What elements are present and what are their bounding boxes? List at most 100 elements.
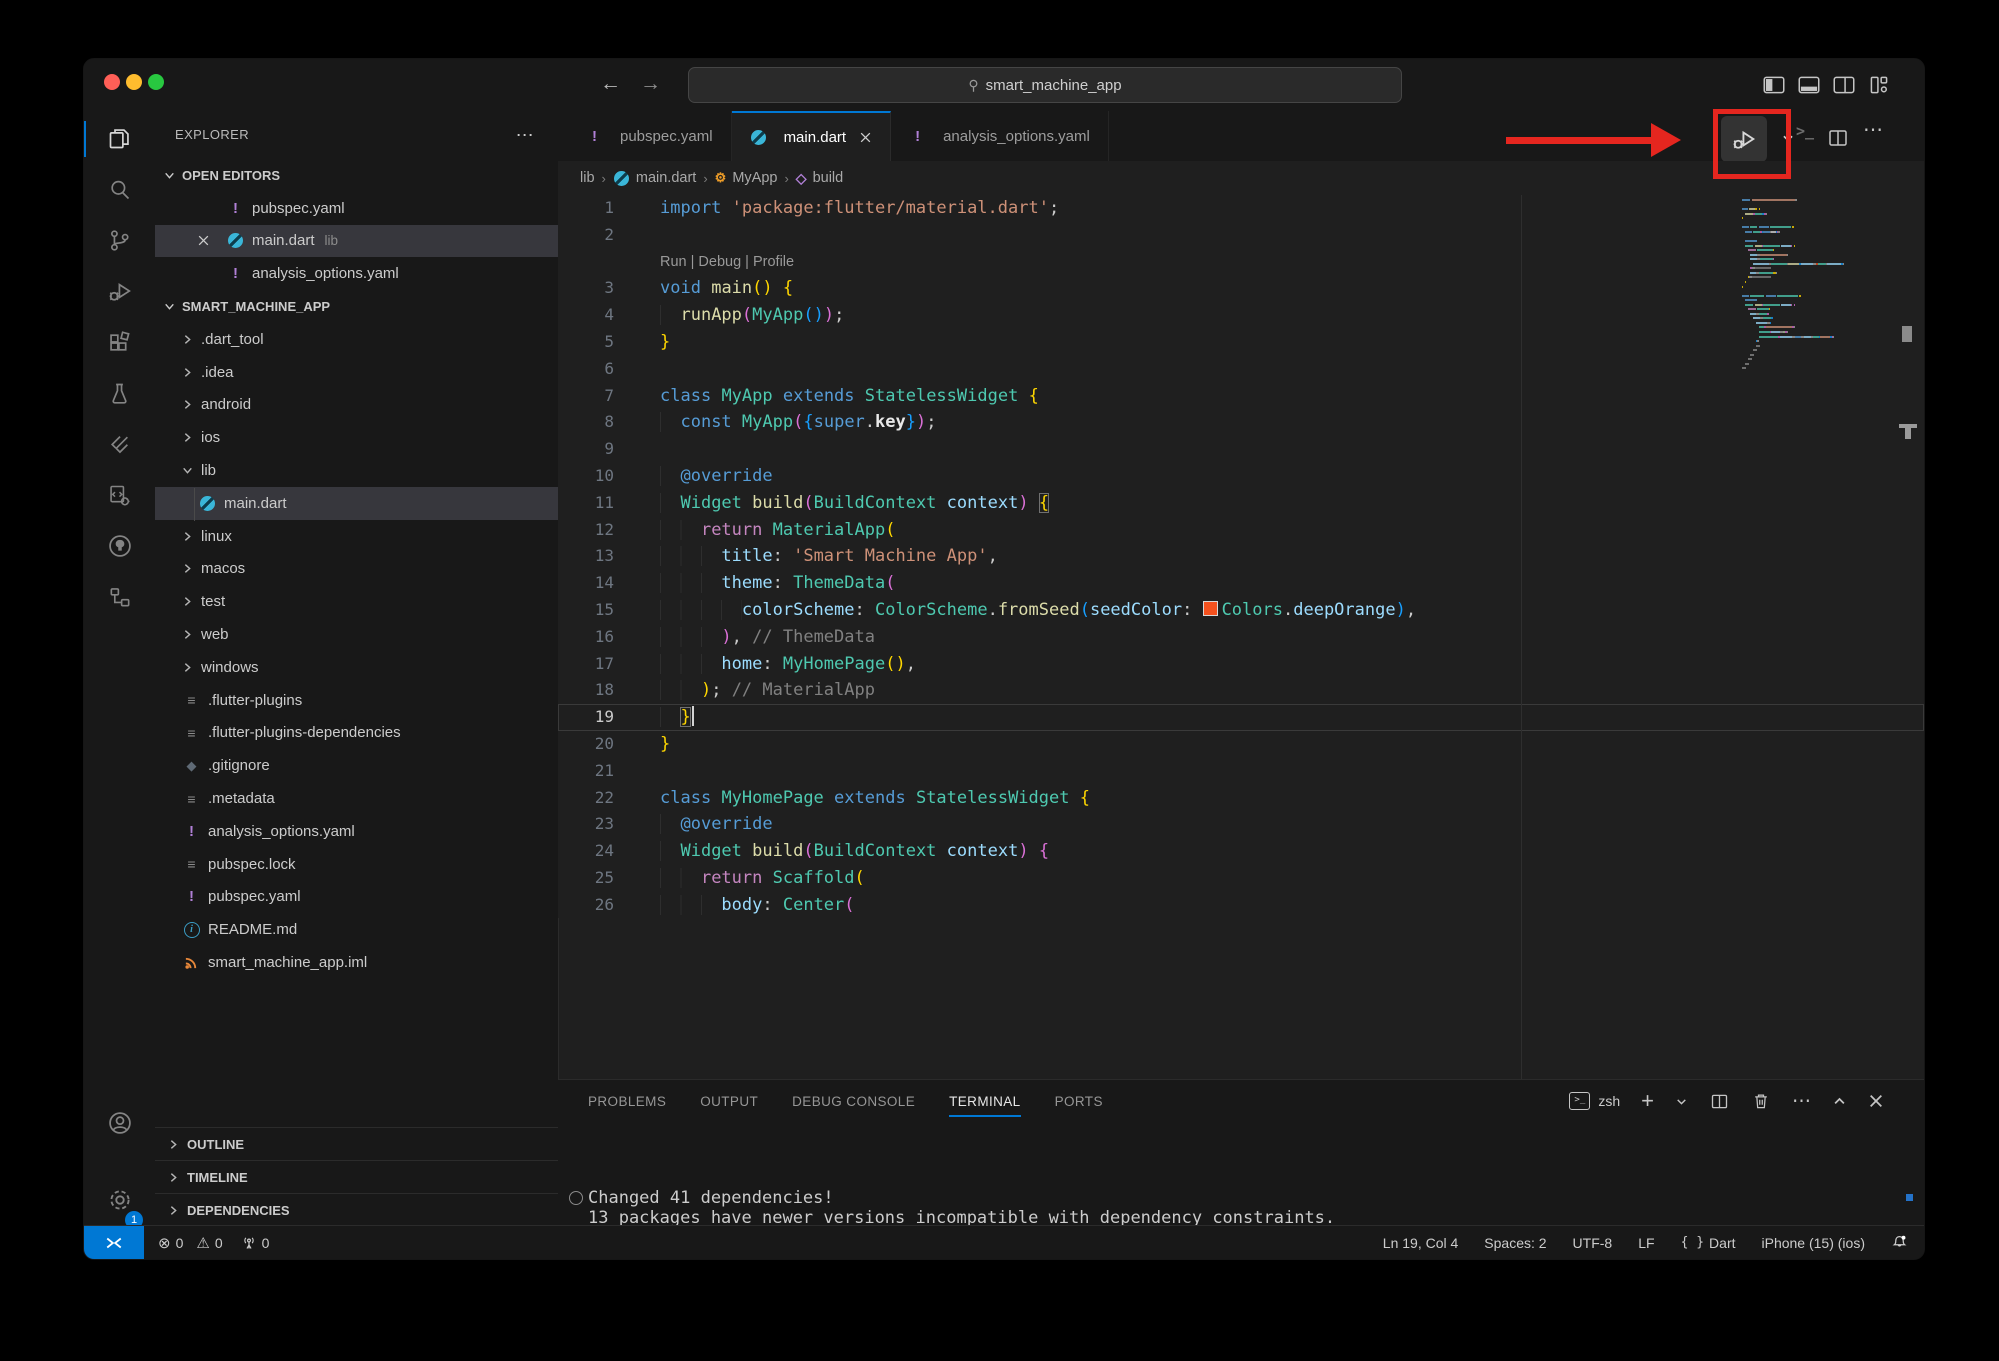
open-editor-main.dart[interactable]: main.dartlib [155,225,558,258]
tree-file-.flutter-plugins[interactable]: ≡.flutter-plugins [155,684,558,717]
kill-terminal-icon[interactable] [1751,1091,1771,1111]
tree-file-pubspec.yaml[interactable]: !pubspec.yaml [155,881,558,914]
section-outline[interactable]: OUTLINE [155,1127,558,1161]
tree-folder-linux[interactable]: linux [155,520,558,553]
panel-tab-ports[interactable]: PORTS [1055,1080,1103,1122]
code-line-9[interactable]: 9 [558,436,1924,463]
code-line-24[interactable]: 24 Widget build(BuildContext context) { [558,838,1924,865]
code-line-2[interactable]: 2 [558,222,1924,249]
tab-analysis_options.yaml[interactable]: !analysis_options.yaml [891,111,1109,161]
tree-folder-test[interactable]: test [155,585,558,618]
project-header[interactable]: SMART_MACHINE_APP [155,290,558,323]
codelens[interactable]: Run | Debug | Profile [660,249,794,276]
maximize-traffic-light[interactable] [148,74,164,90]
activity-source-control[interactable] [84,215,155,265]
activity-explorer[interactable] [84,113,155,163]
explorer-actions-icon[interactable]: ⋯ [516,111,534,159]
code-line-14[interactable]: 14 theme: ThemeData( [558,570,1924,597]
tree-file-main.dart[interactable]: main.dart [155,487,558,520]
activity-run-debug[interactable] [84,266,155,316]
code-line-13[interactable]: 13 title: 'Smart Machine App', [558,543,1924,570]
code-line-10[interactable]: 10 @override [558,463,1924,490]
eol-status[interactable]: LF [1638,1235,1654,1251]
toggle-panel-icon[interactable] [1796,72,1822,98]
panel-more-icon[interactable]: ⋯ [1792,1090,1811,1113]
forward-arrow-icon[interactable]: → [640,72,661,96]
close-tab-icon[interactable] [859,131,872,144]
ports-status[interactable]: 0 [241,1235,270,1251]
code-line-23[interactable]: 23 @override [558,811,1924,838]
code-line-5[interactable]: 5} [558,329,1924,356]
maximize-panel-icon[interactable] [1832,1094,1847,1109]
code-line-20[interactable]: 20} [558,731,1924,758]
code-line-16[interactable]: 16 ), // ThemeData [558,624,1924,651]
section-dependencies[interactable]: DEPENDENCIES [155,1193,558,1227]
code-line-4[interactable]: 4 runApp(MyApp()); [558,302,1924,329]
code-line-8[interactable]: 8 const MyApp({super.key}); [558,409,1924,436]
notifications-bell-icon[interactable] [1891,1234,1908,1251]
terminal-dropdown-icon[interactable] [1675,1095,1688,1108]
code-line-3[interactable]: 3void main() { [558,275,1924,302]
run-in-terminal-icon[interactable]: >_ [1796,122,1814,140]
breadcrumb-MyApp[interactable]: ⚙MyApp [715,170,778,186]
tree-folder-web[interactable]: web [155,618,558,651]
minimap[interactable] [1742,199,1902,519]
toggle-secondary-sidebar-icon[interactable] [1831,72,1857,98]
toggle-sidebar-icon[interactable] [1761,72,1787,98]
remote-indicator[interactable] [84,1226,144,1259]
back-arrow-icon[interactable]: ← [600,72,621,96]
open-editors-header[interactable]: OPEN EDITORS [155,159,558,192]
device-selector[interactable]: iPhone (15) (ios) [1762,1235,1866,1251]
language-status[interactable]: { } Dart [1681,1235,1736,1251]
code-line-15[interactable]: 15 colorScheme: ColorScheme.fromSeed(see… [558,597,1924,624]
account-icon[interactable] [84,1098,155,1148]
activity-testing[interactable] [84,368,155,418]
command-center-search[interactable]: ⚲ smart_machine_app [688,67,1402,103]
activity-flutter[interactable] [84,419,155,469]
close-panel-icon[interactable] [1868,1093,1884,1109]
split-editor-icon[interactable] [1826,126,1850,150]
terminal-instance[interactable]: >_ zsh [1569,1092,1620,1110]
settings-gear-icon[interactable]: 1 [84,1175,155,1225]
code-line-7[interactable]: 7class MyApp extends StatelessWidget { [558,383,1924,410]
breadcrumb-build[interactable]: ◇build [796,170,843,187]
panel-tab-output[interactable]: OUTPUT [700,1080,758,1122]
code-editor[interactable]: 1import 'package:flutter/material.dart';… [558,195,1924,918]
code-line-26[interactable]: 26 body: Center( [558,892,1924,918]
code-line-11[interactable]: 11 Widget build(BuildContext context) { [558,490,1924,517]
indentation-status[interactable]: Spaces: 2 [1484,1235,1546,1251]
panel-tab-debug-console[interactable]: DEBUG CONSOLE [792,1080,915,1122]
section-timeline[interactable]: TIMELINE [155,1160,558,1194]
tree-folder-macos[interactable]: macos [155,553,558,586]
code-line-22[interactable]: 22class MyHomePage extends StatelessWidg… [558,785,1924,812]
problems-status[interactable]: ⊗ 0 ⚠ 0 [158,1234,223,1252]
tree-folder-.dart_tool[interactable]: .dart_tool [155,323,558,356]
tab-main.dart[interactable]: main.dart [732,111,892,161]
minimize-traffic-light[interactable] [126,74,142,90]
new-terminal-icon[interactable]: + [1641,1088,1654,1114]
code-line-17[interactable]: 17 home: MyHomePage(), [558,651,1924,678]
tree-folder-ios[interactable]: ios [155,421,558,454]
code-line-25[interactable]: 25 return Scaffold( [558,865,1924,892]
close-icon[interactable] [197,234,210,247]
tree-folder-windows[interactable]: windows [155,651,558,684]
code-line-6[interactable]: 6 [558,356,1924,383]
customize-layout-icon[interactable] [1866,72,1892,98]
panel-tab-problems[interactable]: PROBLEMS [588,1080,666,1122]
code-line-21[interactable]: 21 [558,758,1924,785]
activity-project-runner[interactable] [84,470,155,520]
tree-file-README.md[interactable]: iREADME.md [155,913,558,946]
line-col-status[interactable]: Ln 19, Col 4 [1383,1235,1459,1251]
open-editor-pubspec.yaml[interactable]: !pubspec.yaml [155,192,558,225]
code-line-12[interactable]: 12 return MaterialApp( [558,517,1924,544]
tree-file-.flutter-plugins-dependencies[interactable]: ≡.flutter-plugins-dependencies [155,717,558,750]
tree-folder-android[interactable]: android [155,389,558,422]
tree-file-pubspec.lock[interactable]: ≡pubspec.lock [155,848,558,881]
close-traffic-light[interactable] [104,74,120,90]
code-line-1[interactable]: 1import 'package:flutter/material.dart'; [558,195,1924,222]
activity-extensions[interactable] [84,317,155,367]
editor-more-actions-icon[interactable]: ⋯ [1863,117,1883,142]
tree-file-smart_machine_app.iml[interactable]: smart_machine_app.iml [155,946,558,979]
activity-github[interactable] [84,521,155,571]
code-line-18[interactable]: 18 ); // MaterialApp [558,677,1924,704]
